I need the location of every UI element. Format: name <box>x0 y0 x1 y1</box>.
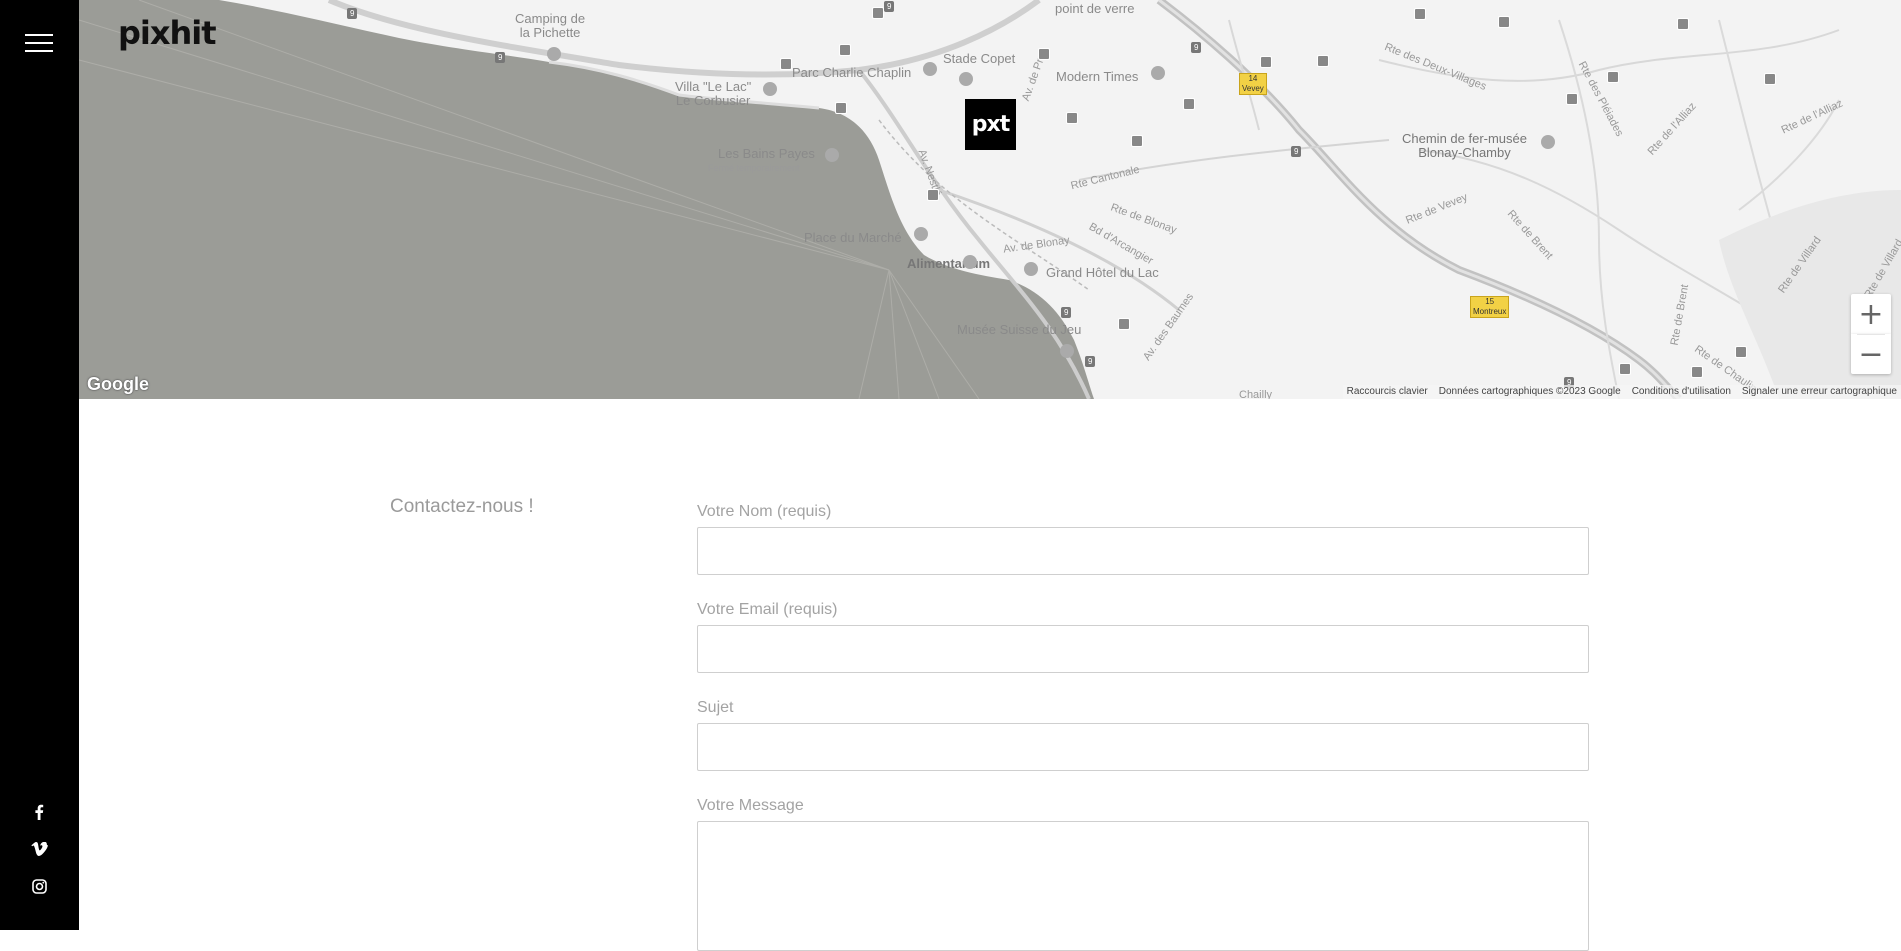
bus-stop-icon[interactable] <box>1183 98 1195 110</box>
map-label-ferme: Fermé temporairement <box>708 163 800 173</box>
bus-stop-icon[interactable] <box>1691 366 1703 378</box>
highway-shield-vevey: 14 Vevey <box>1239 73 1267 95</box>
bus-stop-icon[interactable] <box>1317 55 1329 67</box>
map-label-camping: Camping de la Pichette <box>515 11 586 40</box>
google-logo[interactable]: Google <box>87 374 149 395</box>
bus-stop-icon[interactable] <box>839 44 851 56</box>
map-label-chemin: Chemin de fer-musée Blonay-Chamby <box>1402 131 1527 160</box>
route-number-9: 9 <box>495 52 506 63</box>
route-number-9: 9 <box>1085 356 1096 367</box>
bus-stop-icon[interactable] <box>1118 318 1130 330</box>
message-textarea[interactable] <box>697 821 1589 951</box>
report-error-link[interactable]: Signaler une erreur cartographique <box>1742 385 1897 399</box>
map-label-parc: Parc Charlie Chaplin <box>792 65 912 80</box>
subject-input[interactable] <box>697 723 1589 771</box>
zoom-divider <box>1857 334 1885 335</box>
bus-stop-icon[interactable] <box>1764 73 1776 85</box>
email-label: Votre Email (requis) <box>697 601 838 618</box>
map-data-link[interactable]: Données cartographiques ©2023 Google <box>1439 385 1621 399</box>
message-label: Votre Message <box>697 797 804 814</box>
sidebar <box>0 0 79 930</box>
museum-icon[interactable] <box>1060 344 1074 358</box>
highway-shield-montreux: 15 Montreux <box>1470 296 1510 318</box>
menu-icon[interactable] <box>25 34 53 54</box>
route-number-9: 9 <box>347 8 358 19</box>
vimeo-icon[interactable] <box>26 836 52 862</box>
route-number-9: 9 <box>1191 42 1202 53</box>
bus-stop-icon[interactable] <box>780 58 792 70</box>
bus-stop-icon[interactable] <box>1607 71 1619 83</box>
bus-stop-icon[interactable] <box>1735 346 1747 358</box>
shopping-icon[interactable] <box>914 227 928 241</box>
bus-stop-icon[interactable] <box>835 102 847 114</box>
map-label-modern: Modern Times <box>1056 69 1139 84</box>
map-label-marche: Place du Marché <box>804 230 902 245</box>
terms-link[interactable]: Conditions d'utilisation <box>1632 385 1731 399</box>
name-input[interactable] <box>697 527 1589 575</box>
bus-stop-icon[interactable] <box>1131 135 1143 147</box>
map-label-alimentarium: Alimentarium <box>907 256 991 271</box>
hotel-icon[interactable] <box>1024 262 1038 276</box>
map-label-musee: Musée Suisse du Jeu <box>957 322 1082 337</box>
map-label-villa: Villa "Le Lac" Le Corbusier <box>675 79 752 108</box>
route-number-9: 9 <box>884 1 895 12</box>
museum-icon[interactable] <box>763 82 777 96</box>
name-label: Votre Nom (requis) <box>697 503 832 520</box>
contact-title: Contactez-nous ! <box>390 496 534 517</box>
bus-stop-icon[interactable] <box>1619 363 1631 375</box>
bus-stop-icon[interactable] <box>1498 16 1510 28</box>
instagram-icon[interactable] <box>26 873 52 899</box>
museum-icon[interactable] <box>1541 135 1555 149</box>
map[interactable]: pixhit Camping de la Pichette Parc Charl… <box>79 0 1901 399</box>
pixhit-logo[interactable]: pixhit <box>118 14 217 52</box>
map-label-grand-hotel: Grand Hôtel du Lac <box>1046 265 1159 280</box>
subject-label: Sujet <box>697 699 734 716</box>
campground-icon[interactable] <box>547 47 561 61</box>
bus-stop-icon[interactable] <box>1260 56 1272 68</box>
museum-icon[interactable] <box>963 255 977 269</box>
bus-stop-icon[interactable] <box>872 7 884 19</box>
zoom-in-button[interactable]: + <box>1851 294 1891 334</box>
email-input[interactable] <box>697 625 1589 673</box>
route-number-9: 9 <box>1291 146 1302 157</box>
zoom-out-button[interactable]: − <box>1851 334 1891 374</box>
bus-stop-icon[interactable] <box>927 189 939 201</box>
bus-stop-icon[interactable] <box>1677 18 1689 30</box>
hotel-icon[interactable] <box>1151 66 1165 80</box>
bus-stop-icon[interactable] <box>1038 48 1050 60</box>
pixhit-location-marker[interactable]: pxt <box>965 99 1016 150</box>
map-label-bains: Les Bains Payes <box>718 146 815 161</box>
bus-stop-icon[interactable] <box>1414 8 1426 20</box>
map-label-verre: point de verre <box>1055 1 1135 16</box>
road-chailly: Chailly <box>1239 389 1273 399</box>
park-icon[interactable] <box>923 62 937 76</box>
route-number-9: 9 <box>1061 307 1072 318</box>
bus-stop-icon[interactable] <box>1566 93 1578 105</box>
map-attribution: Raccourcis clavier Données cartographiqu… <box>1342 385 1901 399</box>
stadium-icon[interactable] <box>959 72 973 86</box>
restaurant-icon[interactable] <box>825 148 839 162</box>
map-label-stade: Stade Copet <box>943 51 1016 66</box>
facebook-icon[interactable] <box>26 799 52 825</box>
keyboard-shortcuts-link[interactable]: Raccourcis clavier <box>1347 385 1428 399</box>
bus-stop-icon[interactable] <box>1066 112 1078 124</box>
